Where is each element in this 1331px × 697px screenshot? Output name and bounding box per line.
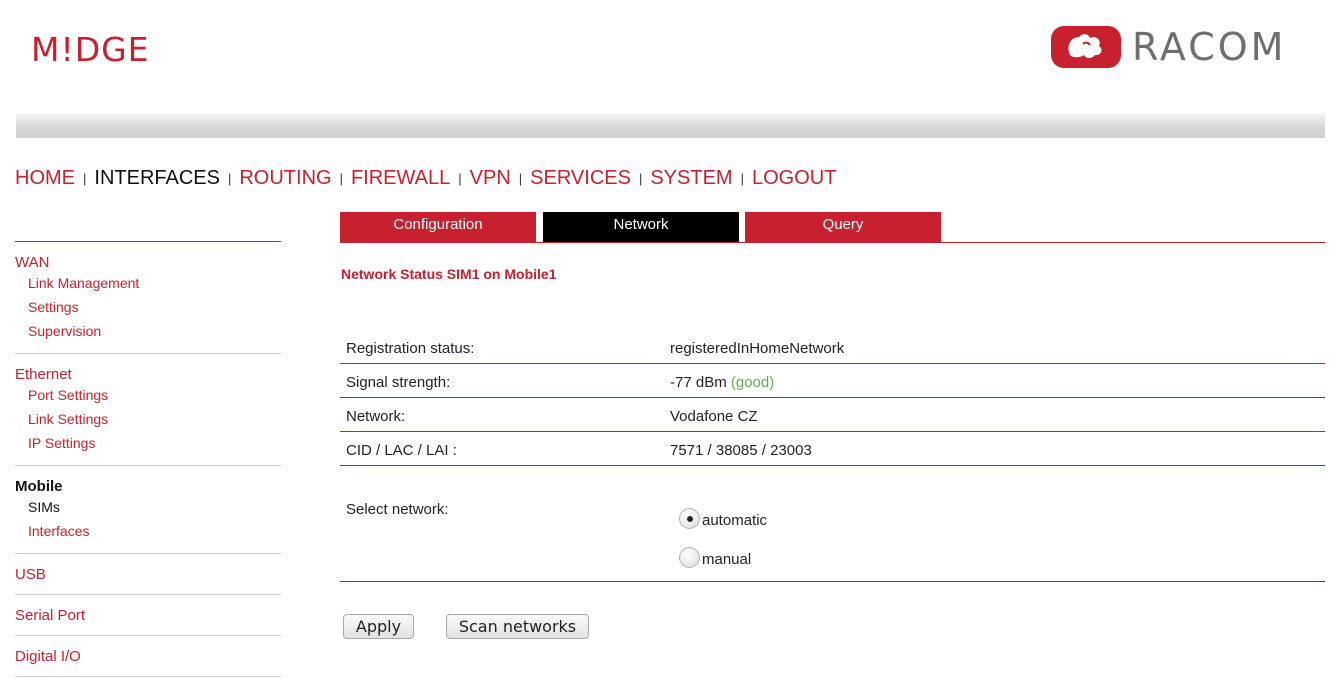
sidebar-item-wan[interactable]: WAN — [15, 254, 281, 271]
sidebar-item-link-settings[interactable]: Link Settings — [15, 407, 281, 431]
header-bar — [16, 113, 1325, 138]
racom-emblem-icon — [1051, 26, 1121, 68]
sidebar-item-supervision[interactable]: Supervision — [15, 319, 281, 343]
page-title: Network Status SIM1 on Mobile1 — [341, 266, 557, 282]
sidebar-item-digital-io[interactable]: Digital I/O — [15, 648, 281, 665]
nav-firewall[interactable]: FIREWALL — [351, 167, 450, 189]
radio-manual[interactable]: manual — [679, 547, 751, 568]
sidebar-item-mobile[interactable]: Mobile — [15, 478, 281, 495]
row-value: registeredInHomeNetwork — [670, 340, 845, 357]
tab-configuration[interactable]: Configuration — [340, 212, 536, 242]
nav-separator: | — [227, 171, 232, 186]
table-row: Signal strength: -77 dBm (good) — [340, 364, 1325, 398]
row-value: Vodafone CZ — [670, 408, 758, 425]
row-label: CID / LAC / LAI : — [346, 442, 457, 459]
radio-button[interactable] — [679, 547, 700, 568]
sidebar-item-ip-settings[interactable]: IP Settings — [15, 431, 281, 455]
sidebar-item-link-management[interactable]: Link Management — [15, 271, 281, 295]
radio-selected-dot — [687, 516, 693, 522]
midge-logo: M!DGE — [31, 30, 150, 69]
nav-routing[interactable]: ROUTING — [239, 167, 331, 189]
racom-wordmark: RACOM — [1132, 25, 1287, 69]
nav-separator: | — [458, 171, 462, 186]
scan-networks-button[interactable]: Scan networks — [446, 614, 589, 639]
sidebar-item-sims[interactable]: SIMs — [15, 495, 281, 519]
sidebar-item-settings[interactable]: Settings — [15, 295, 281, 319]
apply-button[interactable]: Apply — [343, 614, 414, 639]
nav-separator: | — [740, 171, 744, 186]
sidebar-divider — [15, 676, 281, 677]
nav-home[interactable]: HOME — [15, 167, 75, 189]
nav-logout[interactable]: LOGOUT — [752, 167, 836, 189]
sidebar: WAN Link Management Settings Supervision… — [15, 241, 281, 677]
nav-vpn[interactable]: VPN — [470, 167, 511, 189]
radio-label: automatic — [702, 512, 768, 529]
radio-label: manual — [702, 551, 752, 568]
racom-logo: RACOM — [1050, 22, 1286, 72]
signal-strength-value: -77 dBm — [670, 374, 727, 391]
radio-automatic[interactable]: automatic — [679, 508, 767, 529]
row-value: 7571 / 38085 / 23003 — [670, 442, 812, 459]
nav-interfaces[interactable]: INTERFACES — [94, 167, 220, 189]
row-label: Network: — [346, 408, 406, 425]
sidebar-item-ethernet[interactable]: Ethernet — [15, 366, 281, 383]
table-row: Network: Vodafone CZ — [340, 398, 1325, 432]
sidebar-item-port-settings[interactable]: Port Settings — [15, 383, 281, 407]
sidebar-item-serial-port[interactable]: Serial Port — [15, 607, 281, 624]
status-table: Registration status: registeredInHomeNet… — [340, 330, 1325, 466]
nav-system[interactable]: SYSTEM — [650, 167, 732, 189]
nav-separator: | — [339, 171, 343, 186]
select-network-label: Select network: — [346, 501, 449, 518]
table-row: CID / LAC / LAI : 7571 / 38085 / 23003 — [340, 432, 1325, 466]
select-network-section: Select network: automatic manual — [340, 466, 1325, 582]
row-label: Signal strength: — [346, 374, 451, 391]
tab-network[interactable]: Network — [543, 212, 739, 242]
signal-quality-note: (good) — [730, 374, 775, 391]
sidebar-item-interfaces[interactable]: Interfaces — [15, 519, 281, 543]
tab-bar: Configuration Network Query — [340, 212, 1325, 243]
radio-button[interactable] — [679, 508, 700, 529]
row-label: Registration status: — [346, 340, 475, 357]
nav-separator: | — [83, 171, 87, 186]
table-row: Registration status: registeredInHomeNet… — [340, 330, 1325, 364]
row-value: -77 dBm (good) — [670, 374, 774, 391]
sidebar-item-usb[interactable]: USB — [15, 566, 281, 583]
tab-query[interactable]: Query — [745, 212, 941, 242]
main-nav: HOME | INTERFACES | ROUTING | FIREWALL | VPN | SER… — [15, 167, 836, 190]
nav-separator: | — [638, 171, 643, 186]
nav-services[interactable]: SERVICES — [530, 167, 631, 189]
nav-separator: | — [518, 171, 523, 186]
